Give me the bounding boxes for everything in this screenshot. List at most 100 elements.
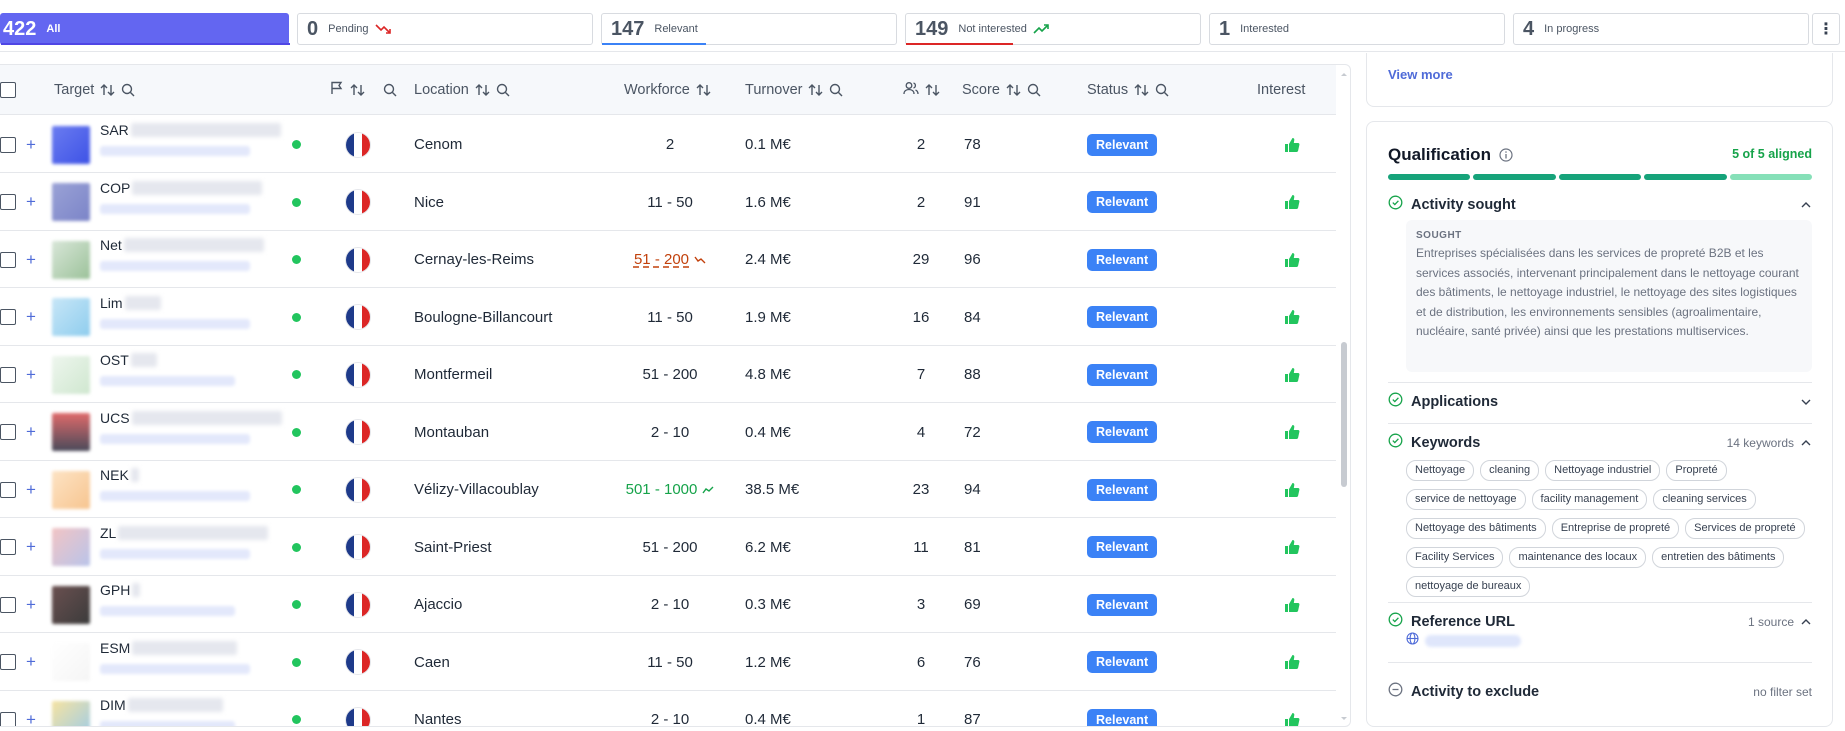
chevron-up-icon[interactable] [1800,615,1812,629]
tab-interested[interactable]: 1 Interested [1209,13,1505,45]
view-more-link[interactable]: View more [1388,67,1453,82]
scroll-up-icon[interactable] [1338,69,1350,79]
thumbs-up-icon[interactable] [1284,174,1300,231]
expand-row-button[interactable]: + [26,231,36,288]
column-country[interactable] [330,65,397,115]
keyword-tag[interactable]: facility management [1531,489,1648,510]
expand-row-button[interactable]: + [26,116,36,173]
row-checkbox[interactable] [0,691,16,726]
keyword-tag[interactable]: Services de propreté [1685,518,1805,539]
table-row[interactable]: + UCS Montauban 2 - 10 0.4 M€ 4 72 Relev… [0,404,1336,461]
status-badge-cell[interactable]: Relevant [1087,691,1158,726]
company-name-cell[interactable]: ESM [100,640,250,674]
more-options-button[interactable]: ⋮ [1812,13,1840,45]
row-checkbox[interactable] [0,461,16,518]
row-checkbox[interactable] [0,519,16,576]
expand-row-button[interactable]: + [26,691,36,727]
table-row[interactable]: + OST Montfermeil 51 - 200 4.8 M€ 7 88 R… [0,346,1336,403]
activity-sought-section[interactable]: Activity sought [1388,195,1812,215]
select-all-checkbox[interactable] [0,65,16,115]
column-score[interactable]: Score [962,65,1041,115]
search-icon[interactable] [829,83,843,97]
thumbs-up-icon[interactable] [1284,519,1300,576]
company-name-cell[interactable]: DIM [100,697,235,726]
status-badge-cell[interactable]: Relevant [1087,346,1158,403]
column-location[interactable]: Location [414,65,510,115]
keyword-tag[interactable]: Facility Services [1406,547,1504,568]
keyword-tag[interactable]: maintenance des locaux [1509,547,1647,568]
search-icon[interactable] [1027,83,1041,97]
company-name-cell[interactable]: OST [100,352,235,386]
status-badge-cell[interactable]: Relevant [1087,634,1158,691]
scrollbar-thumb[interactable] [1341,342,1347,487]
table-scrollbar[interactable] [1338,65,1350,726]
column-workforce[interactable]: Workforce [624,65,711,115]
sort-icon[interactable] [808,83,823,97]
sort-icon[interactable] [1006,83,1021,97]
company-name-cell[interactable]: COP [100,180,263,214]
column-turnover[interactable]: Turnover [745,65,843,115]
company-name-cell[interactable]: UCS [100,410,282,444]
thumbs-up-icon[interactable] [1284,691,1300,726]
thumbs-up-icon[interactable] [1284,461,1300,518]
row-checkbox[interactable] [0,174,16,231]
column-status[interactable]: Status [1087,65,1169,115]
status-badge-cell[interactable]: Relevant [1087,116,1158,173]
expand-row-button[interactable]: + [26,346,36,403]
sort-icon[interactable] [475,83,490,97]
sort-icon[interactable] [100,83,115,97]
applications-section[interactable]: Applications [1388,392,1812,412]
table-row[interactable]: + Lim Boulogne-Billancourt 11 - 50 1.9 M… [0,289,1336,346]
thumbs-up-icon[interactable] [1284,289,1300,346]
reference-url-link[interactable] [1406,632,1521,650]
keyword-tag[interactable]: Entreprise de propreté [1551,518,1680,539]
table-row[interactable]: + Net Cernay-les-Reims 51 - 200 2.4 M€ 2… [0,231,1336,288]
row-checkbox[interactable] [0,634,16,691]
company-name-cell[interactable]: Net [100,237,264,271]
company-name-cell[interactable]: SAR [100,122,281,156]
row-checkbox[interactable] [0,231,16,288]
table-row[interactable]: + ZL Saint-Priest 51 - 200 6.2 M€ 11 81 … [0,519,1336,576]
info-icon[interactable] [1499,148,1513,162]
keywords-section[interactable]: Keywords 14 keywords [1388,433,1812,453]
scroll-down-icon[interactable] [1338,714,1350,724]
expand-row-button[interactable]: + [26,634,36,691]
status-badge-cell[interactable]: Relevant [1087,461,1158,518]
reference-url-meta[interactable]: 1 source [1748,615,1812,629]
chevron-down-icon[interactable] [1800,398,1812,406]
search-icon[interactable] [496,83,510,97]
sort-icon[interactable] [696,83,711,97]
thumbs-up-icon[interactable] [1284,576,1300,633]
tab-in-progress[interactable]: 4 In progress [1513,13,1809,45]
expand-row-button[interactable]: + [26,461,36,518]
tab-pending[interactable]: 0 Pending [297,13,593,45]
company-name-cell[interactable]: NEK [100,467,250,501]
keyword-tag[interactable]: Nettoyage [1406,460,1475,481]
keyword-tag[interactable]: nettoyage de bureaux [1406,576,1531,597]
table-row[interactable]: + ESM Caen 11 - 50 1.2 M€ 6 76 Relevant [0,634,1336,691]
sort-icon[interactable] [925,83,940,97]
row-checkbox[interactable] [0,404,16,461]
status-badge-cell[interactable]: Relevant [1087,404,1158,461]
sort-icon[interactable] [1134,83,1149,97]
status-badge-cell[interactable]: Relevant [1087,289,1158,346]
column-contacts[interactable] [903,65,940,115]
reference-url-section[interactable]: Reference URL 1 source [1388,612,1812,632]
thumbs-up-icon[interactable] [1284,116,1300,173]
thumbs-up-icon[interactable] [1284,231,1300,288]
table-row[interactable]: + GPH Ajaccio 2 - 10 0.3 M€ 3 69 Relevan… [0,576,1336,633]
tab-relevant[interactable]: 147 Relevant [601,13,897,45]
status-badge-cell[interactable]: Relevant [1087,174,1158,231]
keyword-tag[interactable]: service de nettoyage [1406,489,1526,510]
expand-row-button[interactable]: + [26,289,36,346]
row-checkbox[interactable] [0,576,16,633]
keyword-tag[interactable]: entretien des bâtiments [1652,547,1785,568]
table-row[interactable]: + COP Nice 11 - 50 1.6 M€ 2 91 Relevant [0,174,1336,231]
expand-row-button[interactable]: + [26,519,36,576]
keyword-tag[interactable]: Nettoyage industriel [1545,460,1661,481]
search-icon[interactable] [383,83,397,97]
thumbs-up-icon[interactable] [1284,346,1300,403]
sort-icon[interactable] [350,83,365,97]
search-icon[interactable] [1155,83,1169,97]
expand-row-button[interactable]: + [26,174,36,231]
